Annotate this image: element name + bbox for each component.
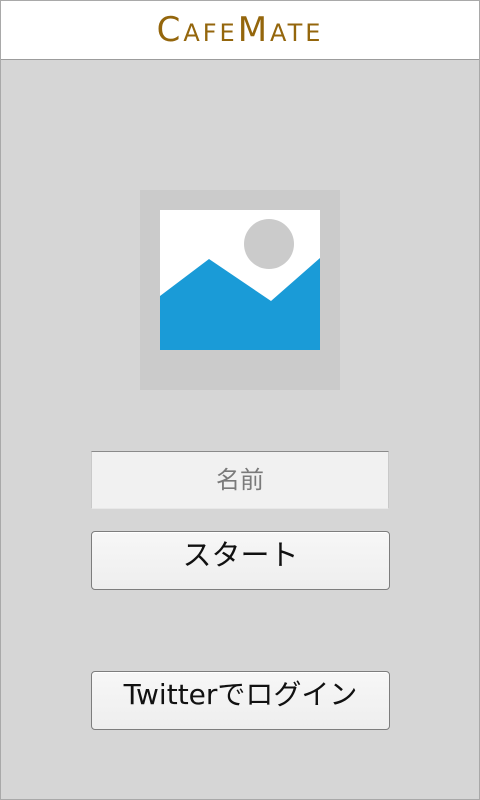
profile-image[interactable] [140,190,340,390]
app-header: CafeMate [1,1,479,60]
name-input[interactable] [91,451,389,509]
image-placeholder-icon [160,210,320,350]
placeholder-sun [244,219,294,269]
start-button[interactable]: スタート [91,531,390,590]
twitter-login-button[interactable]: Twitterでログイン [91,671,390,730]
app-title: CafeMate [156,10,324,50]
app-screen: CafeMate スタート Twitterでログイン [0,0,480,800]
